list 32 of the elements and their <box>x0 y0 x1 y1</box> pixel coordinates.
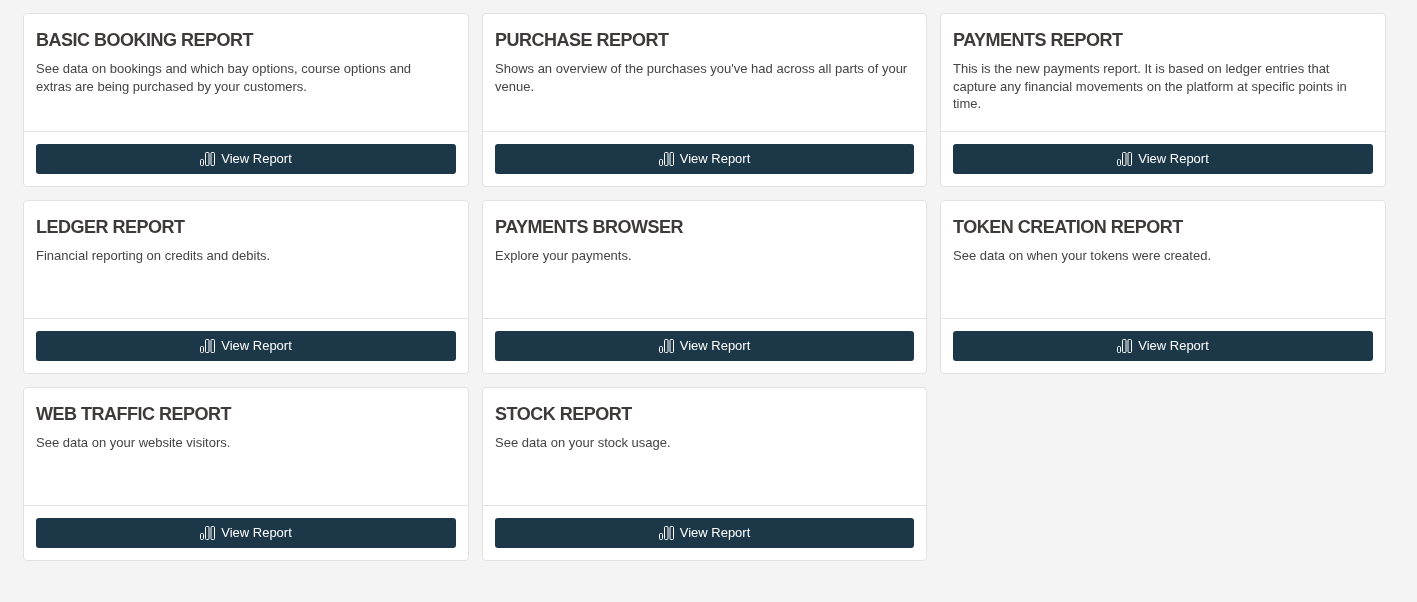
card-title: STOCK REPORT <box>495 403 632 426</box>
view-report-button[interactable]: View Report <box>953 331 1373 361</box>
card-description: See data on your stock usage. <box>495 434 672 452</box>
card-description: See data on bookings and which bay options, course options and extras are being purchased by your customers. <box>36 60 413 95</box>
view-report-button[interactable]: View Report <box>36 144 456 174</box>
card-description: Financial reporting on credits and debits. <box>36 247 272 265</box>
card-description: Shows an overview of the purchases you've had across all parts of your venue. <box>495 60 909 95</box>
view-report-button[interactable]: View Report <box>495 518 914 548</box>
bar-chart-icon <box>200 526 216 540</box>
view-report-button[interactable]: View Report <box>36 518 456 548</box>
card-description: See data on when your tokens were created. <box>953 247 1212 265</box>
card-description: See data on your website visitors. <box>36 434 232 452</box>
view-report-button[interactable]: View Report <box>495 144 914 174</box>
card-title: BASIC BOOKING REPORT <box>36 29 253 52</box>
card-description: This is the new payments report. It is based on ledger entries that capture any financial movements on the platform at specific points in time. <box>953 60 1348 113</box>
bar-chart-icon <box>1117 152 1133 166</box>
bar-chart-icon <box>200 339 216 353</box>
bar-chart-icon <box>658 339 674 353</box>
bar-chart-icon <box>658 526 674 540</box>
card-title: PAYMENTS BROWSER <box>495 216 684 239</box>
view-report-button[interactable]: View Report <box>953 144 1373 174</box>
card-description: Explore your payments. <box>495 247 633 265</box>
bar-chart-icon <box>1117 339 1133 353</box>
card-title: LEDGER REPORT <box>36 216 185 239</box>
card-title: PURCHASE REPORT <box>495 29 669 52</box>
card-title: PAYMENTS REPORT <box>953 29 1123 52</box>
card-title: TOKEN CREATION REPORT <box>953 216 1183 239</box>
view-report-button[interactable]: View Report <box>36 331 456 361</box>
card-title: WEB TRAFFIC REPORT <box>36 403 231 426</box>
view-report-button[interactable]: View Report <box>495 331 914 361</box>
bar-chart-icon <box>658 152 674 166</box>
bar-chart-icon <box>200 152 216 166</box>
